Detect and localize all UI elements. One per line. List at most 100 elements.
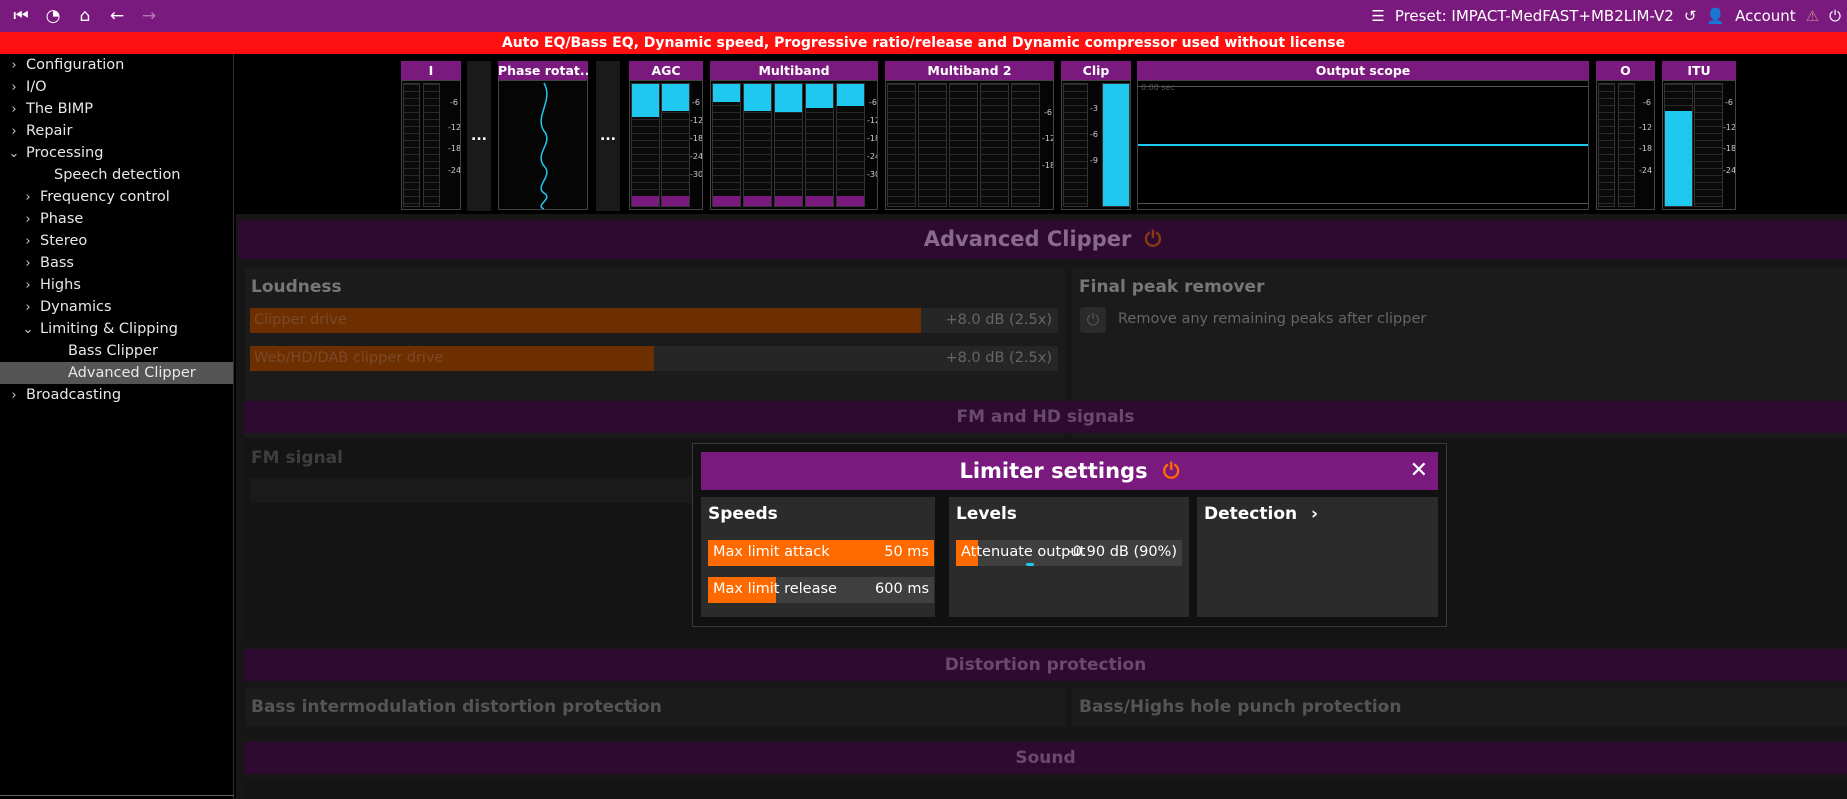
fm-hd-header: FM and HD signals [244,401,1847,433]
sidebar-item-label: The BIMP [26,101,94,117]
tick-label: -6 [1725,98,1733,107]
detection-column[interactable]: Detection › [1197,497,1438,617]
max-limit-release-value: 600 ms [875,581,929,597]
sound-header: Sound [244,742,1847,774]
sidebar-item-bass[interactable]: › Bass [0,252,233,274]
limiter-settings-title: Limiter settings [959,459,1148,483]
preset-label[interactable]: Preset: IMPACT-MedFAST+MB2LIM-V2 [1395,7,1674,25]
output-meter[interactable]: O -6 -12 -18 -24 [1596,61,1655,211]
tick-label: -12 [867,116,877,125]
clipper-drive-label: Clipper drive [254,312,347,328]
sidebar-item-repair[interactable]: › Repair [0,120,233,142]
multiband-meter-title: Multiband [710,61,878,80]
tick-label: -12 [1639,123,1653,132]
multiband-meter[interactable]: Multiband -6 -12 -18 -24 -30 [710,61,878,211]
chevron-right-icon: › [25,255,31,271]
sidebar-item-label: Processing [26,145,104,161]
tick-label: -18 [1639,144,1653,153]
sidebar-item-limiting-clipping[interactable]: ⌄ Limiting & Clipping [0,318,233,340]
close-icon[interactable]: ✕ [1410,452,1428,490]
chevron-right-icon: › [630,696,637,715]
input-meter-title: I [401,61,461,80]
speeds-column: Speeds Max limit attack 50 ms Max limit … [701,497,935,617]
attenuate-output-slider[interactable]: Attenuate output -0.90 dB (90%) [956,540,1182,566]
tick-label: -24 [1639,166,1653,175]
tick-label: -18 [1042,161,1054,170]
chevron-right-icon: › [25,189,31,205]
meter-strip: I -6 -12 -18 -24 ... Phase rotat... ... … [236,54,1847,214]
limiter-power-icon[interactable]: ⏻ [1163,459,1180,483]
dashboard-icon[interactable]: ◔ [40,3,66,29]
more-meters-button-2[interactable]: ... [596,61,620,211]
forward-arrow-icon[interactable]: → [136,3,162,29]
phase-rotator-meter[interactable]: Phase rotat... [498,61,588,211]
web-clipper-drive-label: Web/HD/DAB clipper drive [254,350,444,366]
chevron-right-icon: › [11,387,17,403]
input-meter[interactable]: I -6 -12 -18 -24 [401,61,461,211]
multiband2-meter[interactable]: Multiband 2 -6 -12 -18 [885,61,1054,211]
tick-label: -24 [1723,166,1736,175]
sidebar-item-label: Phase [40,211,84,227]
detection-label: Detection [1204,504,1298,524]
sidebar-item-dynamics[interactable]: › Dynamics [0,296,233,318]
sidebar-item-highs[interactable]: › Highs [0,274,233,296]
agc-meter-title: AGC [629,61,703,80]
max-limit-release-label: Max limit release [713,581,837,597]
account-button[interactable]: Account [1735,7,1796,25]
output-scope[interactable]: Output scope 0.00 sec [1137,61,1589,211]
final-peak-power-icon[interactable]: ⏻ [1080,307,1106,333]
skip-back-icon[interactable]: ⏮ [8,3,34,29]
advanced-clipper-header: Advanced Clipper ⏻ [238,220,1847,259]
warning-icon[interactable]: ⚠ [1806,7,1819,25]
hole-punch-panel[interactable]: Bass/Highs hole punch protection › [1072,688,1847,727]
license-warning-banner: Auto EQ/Bass EQ, Dynamic speed, Progress… [0,32,1847,54]
preset-list-icon[interactable]: ☰ [1371,7,1384,25]
account-icon[interactable]: 👤 [1706,7,1725,25]
chevron-right-icon: › [25,277,31,293]
undo-icon[interactable]: ↺ [1684,7,1697,25]
back-arrow-icon[interactable]: ← [104,3,130,29]
web-clipper-drive-slider[interactable]: Web/HD/DAB clipper drive +8.0 dB (2.5x) [250,346,1058,371]
sidebar-item-i-o[interactable]: › I/O [0,76,233,98]
final-peak-title: Final peak remover [1079,277,1265,297]
more-meters-button[interactable]: ... [467,61,491,211]
clipper-drive-value: +8.0 dB (2.5x) [945,312,1052,328]
sidebar-item-processing[interactable]: ⌄ Processing [0,142,233,164]
power-icon[interactable]: ⏻ [1829,7,1841,25]
max-limit-release-slider[interactable]: Max limit release 600 ms [708,577,934,603]
agc-meter[interactable]: AGC -6 -12 -18 -24 -30 [629,61,703,211]
tick-label: -9 [1090,156,1098,165]
tick-label: -12 [1042,134,1054,143]
bass-imd-panel[interactable]: Bass intermodulation distortion protecti… [245,688,1065,727]
sound-panel [245,781,1847,799]
chevron-right-icon: › [25,233,31,249]
advanced-clipper-title: Advanced Clipper [923,227,1132,251]
sidebar-item-stereo[interactable]: › Stereo [0,230,233,252]
sidebar-item-broadcasting[interactable]: › Broadcasting [0,384,233,406]
tick-label: -6 [1643,98,1651,107]
sidebar-item-speech-detection[interactable]: Speech detection [0,164,233,186]
home-icon[interactable]: ⌂ [72,3,98,29]
multiband2-meter-title: Multiband 2 [885,61,1054,80]
fm-signal-title: FM signal [251,448,343,468]
sidebar-item-phase[interactable]: › Phase [0,208,233,230]
sidebar-item-label: Bass Clipper [68,343,159,359]
itu-meter[interactable]: ITU -6 -12 -18 -24 [1662,61,1736,211]
chevron-right-icon: › [25,211,31,227]
max-limit-attack-slider[interactable]: Max limit attack 50 ms [708,540,934,566]
clip-meter-title: Clip [1061,61,1131,80]
sidebar-item-configuration[interactable]: › Configuration [0,54,233,76]
sidebar-item-label: Highs [40,277,81,293]
sidebar-item-label: Stereo [40,233,88,249]
levels-title: Levels [956,504,1017,524]
clipper-drive-slider[interactable]: Clipper drive +8.0 dB (2.5x) [250,308,1058,333]
sidebar-item-label: Dynamics [40,299,112,315]
tick-label: -3 [1090,104,1098,113]
clip-meter[interactable]: Clip -3 -6 -9 [1061,61,1131,211]
sidebar-item-frequency-control[interactable]: › Frequency control [0,186,233,208]
sidebar-item-advanced-clipper[interactable]: Advanced Clipper [0,362,233,384]
sidebar-item-bass-clipper[interactable]: Bass Clipper [0,340,233,362]
sidebar-item-the-bimp[interactable]: › The BIMP [0,98,233,120]
sidebar: › Configuration › I/O › The BIMP › Repair ⌄ Proce… [0,54,234,799]
power-toggle-icon[interactable]: ⏻ [1145,227,1162,251]
